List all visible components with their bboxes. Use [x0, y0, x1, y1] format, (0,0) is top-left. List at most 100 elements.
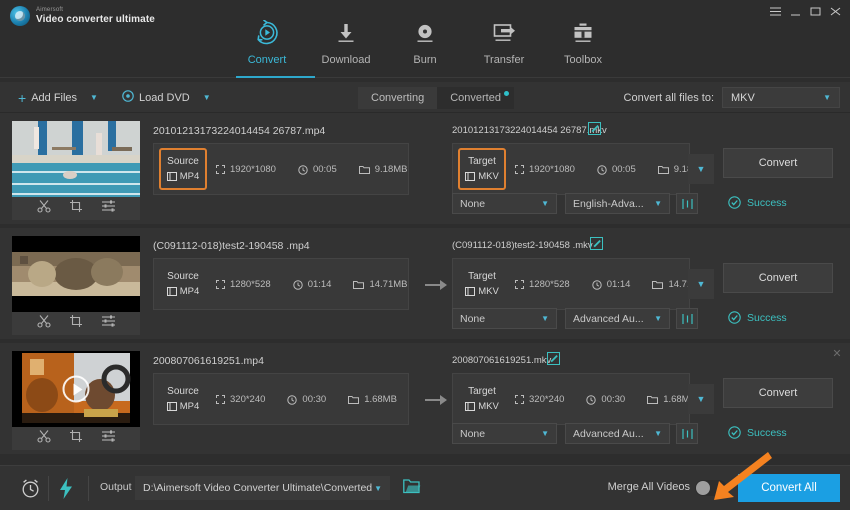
target-info-box: Target MKV 1280*528 01:14	[452, 258, 707, 310]
scissors-icon[interactable]	[36, 314, 51, 333]
subtitle-select[interactable]: None ▼	[452, 308, 557, 329]
load-dvd-button[interactable]: Load DVD ▼	[122, 82, 211, 113]
convert-button-label: Convert	[758, 387, 798, 399]
target-format-badge[interactable]: Target MKV	[458, 148, 506, 190]
toggle-knob	[696, 481, 710, 495]
source-info-box: Source MP4 320*240 00:30 1.68MB	[153, 373, 409, 425]
table-row[interactable]: (C091112-018)test2-190458 .mp4 Source MP…	[0, 228, 850, 343]
convert-all-to-label: Convert all files to:	[623, 91, 714, 104]
tab-converted[interactable]: Converted	[437, 87, 514, 109]
source-filesize: 1.68MB	[348, 394, 419, 405]
conversion-state-tabs: Converting Converted	[358, 87, 514, 109]
resolution-icon	[515, 165, 524, 174]
target-format-dropdown-button[interactable]: ▼	[688, 269, 714, 299]
table-row[interactable]: 20101213173224014454 26787.mp4 Source MP…	[0, 113, 850, 280]
video-thumbnail[interactable]	[12, 351, 140, 427]
convert-all-button[interactable]: Convert All	[738, 474, 840, 502]
film-icon	[166, 402, 177, 411]
download-icon	[334, 18, 358, 48]
target-file-name: 200807061619251.mkv	[452, 355, 552, 366]
tab-toolbox[interactable]: Toolbox	[544, 8, 623, 76]
resolution-icon	[515, 395, 524, 404]
effects-icon[interactable]	[101, 429, 116, 448]
convert-button[interactable]: Convert	[723, 378, 833, 408]
audio-equalizer-button[interactable]	[676, 423, 698, 444]
subtitle-select[interactable]: None ▼	[452, 193, 557, 214]
video-thumbnail[interactable]	[12, 121, 140, 197]
scissors-icon[interactable]	[36, 429, 51, 448]
convert-all-format-select[interactable]: MKV ▼	[722, 87, 840, 108]
status-badge: Success	[728, 311, 787, 324]
thumbnail-tools	[12, 427, 140, 450]
tab-download[interactable]: Download	[307, 8, 386, 76]
source-format-badge[interactable]: Source MP4	[159, 378, 207, 420]
target-label: Target	[468, 386, 496, 397]
effects-icon[interactable]	[101, 199, 116, 218]
target-format-badge[interactable]: Target MKV	[458, 263, 506, 305]
tab-converting[interactable]: Converting	[358, 87, 438, 109]
source-resolution: 1280*528	[216, 279, 293, 290]
film-icon	[465, 287, 476, 296]
chevron-down-icon: ▼	[374, 483, 382, 493]
target-format-value: MKV	[465, 286, 499, 297]
film-icon	[166, 287, 177, 296]
edit-filename-icon[interactable]	[588, 122, 601, 135]
chevron-down-icon: ▼	[823, 93, 831, 102]
convert-button[interactable]: Convert	[723, 148, 833, 178]
target-label: Target	[468, 156, 496, 167]
target-format-badge[interactable]: Target MKV	[458, 378, 506, 420]
edit-filename-icon[interactable]	[547, 352, 560, 365]
tab-convert[interactable]: Convert	[228, 8, 307, 76]
target-format-value: MKV	[465, 171, 499, 182]
source-label: Source	[167, 386, 199, 397]
tab-burn[interactable]: Burn	[386, 8, 465, 76]
output-path-select[interactable]: D:\Aimersoft Video Converter Ultimate\Co…	[135, 476, 390, 500]
converted-badge-dot	[503, 91, 509, 96]
chevron-down-icon[interactable]: ▼	[90, 93, 98, 102]
source-info-box: Source MP4 1920*1080 00:05 9.18MB	[153, 143, 409, 195]
equalizer-icon	[681, 313, 693, 324]
clock-icon	[586, 394, 597, 405]
video-thumbnail[interactable]	[12, 236, 140, 312]
convert-button[interactable]: Convert	[723, 263, 833, 293]
clock-icon	[292, 279, 303, 290]
lightning-bolt-icon[interactable]	[59, 478, 73, 504]
source-format-badge[interactable]: Source MP4	[159, 148, 207, 190]
audio-track-select[interactable]: English-Adva... ▼	[565, 193, 670, 214]
transfer-icon	[491, 18, 517, 48]
target-duration: 00:05	[597, 164, 658, 175]
divider	[88, 476, 89, 501]
add-files-button[interactable]: + Add Files ▼	[18, 82, 98, 113]
chevron-down-icon: ▼	[696, 164, 706, 174]
merge-all-videos-toggle[interactable]	[695, 480, 727, 496]
crop-icon[interactable]	[69, 429, 83, 448]
scissors-icon[interactable]	[36, 199, 51, 218]
file-list[interactable]: 20101213173224014454 26787.mp4 Source MP…	[0, 113, 850, 465]
audio-track-select[interactable]: Advanced Au... ▼	[565, 308, 670, 329]
target-format-value: MKV	[465, 401, 499, 412]
film-icon	[465, 402, 476, 411]
crop-icon[interactable]	[69, 199, 83, 218]
source-meta-list: 1280*528 01:14 14.71MB	[216, 279, 430, 290]
audio-track-select[interactable]: Advanced Au... ▼	[565, 423, 670, 444]
source-resolution: 1920*1080	[216, 164, 298, 175]
crop-icon[interactable]	[69, 314, 83, 333]
effects-icon[interactable]	[101, 314, 116, 333]
target-format-dropdown-button[interactable]: ▼	[688, 154, 714, 184]
source-format-badge[interactable]: Source MP4	[159, 263, 207, 305]
open-folder-icon[interactable]	[403, 478, 421, 499]
subtitle-select[interactable]: None ▼	[452, 423, 557, 444]
edit-filename-icon[interactable]	[590, 237, 603, 250]
target-format-dropdown-button[interactable]: ▼	[688, 384, 714, 414]
play-button[interactable]	[62, 375, 90, 403]
chevron-down-icon[interactable]: ▼	[203, 93, 211, 102]
target-duration: 00:30	[586, 394, 647, 405]
audio-equalizer-button[interactable]	[676, 308, 698, 329]
alarm-clock-icon[interactable]	[20, 478, 41, 504]
table-row[interactable]: ✕ 200807061619251.mp4 Source MP4 320*240…	[0, 343, 850, 458]
audio-equalizer-button[interactable]	[676, 193, 698, 214]
remove-file-icon[interactable]: ✕	[831, 348, 843, 360]
file-toolbar: + Add Files ▼ Load DVD ▼ Converting Conv…	[0, 82, 850, 113]
tab-converted-label: Converted	[450, 92, 501, 104]
tab-transfer[interactable]: Transfer	[465, 8, 544, 76]
